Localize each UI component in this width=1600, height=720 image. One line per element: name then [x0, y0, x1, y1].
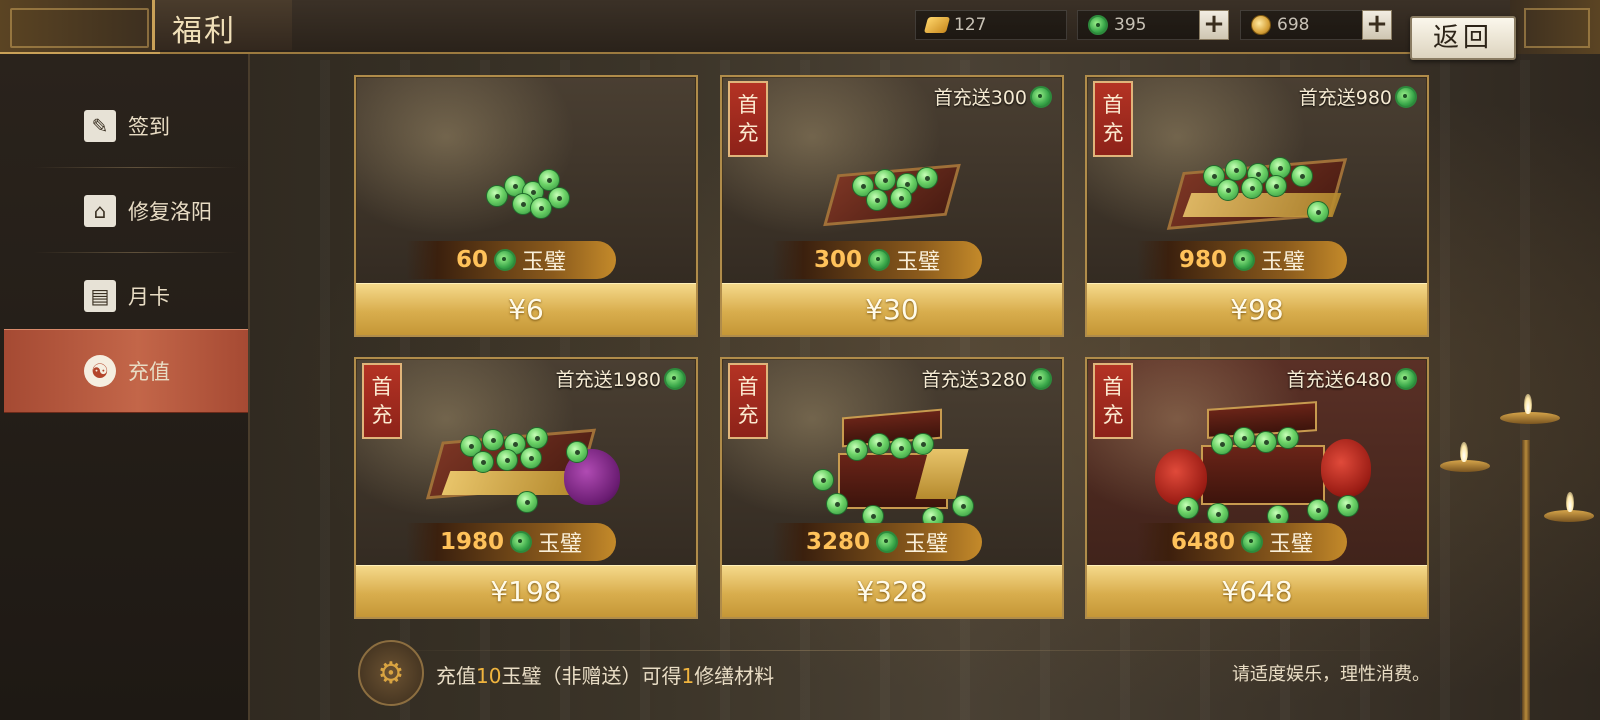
amount-ribbon: 300 玉璧 — [772, 241, 982, 279]
candle-dish — [1500, 412, 1560, 424]
amount-value: 3280 — [805, 529, 870, 555]
sidebar-item-label: 月卡 — [128, 285, 170, 309]
amount-ribbon: 3280 玉璧 — [772, 523, 982, 561]
amount-value: 300 — [813, 247, 862, 273]
jade-icon — [868, 249, 890, 271]
amount-unit: 玉璧 — [904, 532, 949, 557]
price-button[interactable]: ¥648 — [1087, 565, 1427, 617]
product-card-6480[interactable]: 首充 首充送6480 6480 玉璧 ¥648 — [1085, 357, 1429, 619]
first-bonus-label: 首充送980 — [1299, 83, 1417, 110]
add-coin-button[interactable]: + — [1362, 10, 1392, 40]
jade-icon — [1395, 367, 1417, 390]
jade-treasure-chest-image — [1137, 399, 1377, 527]
first-recharge-tag: 首充 — [728, 81, 768, 157]
candle-flame — [1566, 492, 1574, 512]
amount-ribbon: 1980 玉璧 — [406, 523, 616, 561]
product-card-300[interactable]: 首充 首充送300 300 玉璧 ¥30 — [720, 75, 1064, 337]
first-bonus-label: 首充送300 — [934, 83, 1052, 110]
amount-value: 980 — [1178, 247, 1227, 273]
first-bonus-label: 首充送1980 — [556, 365, 686, 392]
jade-icon — [1233, 249, 1255, 271]
sidebar-item-label: 充值 — [128, 360, 170, 384]
candle-stand — [1522, 440, 1530, 720]
page-title: 福利 — [172, 14, 236, 49]
amount-value: 60 — [455, 247, 488, 273]
coin-icon — [1251, 15, 1271, 35]
jade-icon — [1241, 531, 1263, 553]
product-card-60[interactable]: 60 玉璧 ¥6 — [354, 75, 698, 337]
amount-unit: 玉璧 — [1269, 532, 1314, 557]
top-bar: 福利 127 395 + 698 + — [0, 0, 1600, 54]
amount-unit: 玉璧 — [538, 532, 583, 557]
jade-box-pouch-image — [425, 415, 626, 515]
jade-tray-large-image — [1166, 143, 1348, 233]
sidebar-item-label: 修复洛阳 — [128, 200, 212, 224]
month-card-icon: ▤ — [84, 280, 116, 312]
amount-unit: 玉璧 — [896, 250, 941, 275]
jade-icon — [510, 531, 532, 553]
amount-unit: 玉璧 — [522, 250, 567, 275]
jade-icon — [494, 249, 516, 271]
currency-gold-bar: 127 — [915, 10, 1067, 40]
jade-chest-image — [802, 403, 982, 529]
sidebar-item-month-card[interactable]: ▤ 月卡 — [4, 254, 248, 338]
repair-cart-icon: ⚙ — [358, 640, 424, 706]
price-button[interactable]: ¥328 — [722, 565, 1062, 617]
candle-flame — [1460, 442, 1468, 462]
coin-count: 698 — [1277, 15, 1310, 35]
candle-flame — [1524, 394, 1532, 414]
amount-ribbon: 980 玉璧 — [1137, 241, 1347, 279]
price-button[interactable]: ¥6 — [356, 283, 696, 335]
product-card-1980[interactable]: 首充 首充送1980 1980 玉璧 ¥198 — [354, 357, 698, 619]
jade-icon — [1395, 85, 1417, 108]
jade-pile-image — [476, 157, 576, 219]
first-recharge-tag: 首充 — [728, 363, 768, 439]
amount-ribbon: 6480 玉璧 — [1137, 523, 1347, 561]
sidebar-item-label: 签到 — [128, 115, 170, 139]
recharge-icon: ☯ — [84, 355, 116, 387]
product-card-980[interactable]: 首充 首充送980 980 玉璧 ¥98 — [1085, 75, 1429, 337]
currency-jade: 395 + — [1077, 10, 1229, 40]
top-left-ornament — [0, 0, 160, 54]
price-button[interactable]: ¥30 — [722, 283, 1062, 335]
first-bonus-label: 首充送6480 — [1287, 365, 1417, 392]
moderation-notice: 请适度娱乐，理性消费。 — [1232, 664, 1430, 685]
sidebar-item-repair-luoyang[interactable]: ⌂ 修复洛阳 — [4, 169, 248, 253]
top-right-ornament — [1510, 0, 1600, 54]
sidebar: ✎ 签到 ⌂ 修复洛阳 ▤ 月卡 ☯ 充值 — [0, 54, 250, 720]
add-jade-button[interactable]: + — [1199, 10, 1229, 40]
building-icon: ⌂ — [84, 195, 116, 227]
jade-icon — [1030, 85, 1052, 108]
gold-bar-count: 127 — [954, 15, 987, 35]
amount-ribbon: 60 玉璧 — [406, 241, 616, 279]
product-card-3280[interactable]: 首充 首充送3280 3280 玉璧 ¥328 — [720, 357, 1064, 619]
first-bonus-label: 首充送3280 — [922, 365, 1052, 392]
jade-icon — [876, 531, 898, 553]
jade-icon — [1030, 367, 1052, 390]
sidebar-item-sign-in[interactable]: ✎ 签到 — [4, 84, 248, 168]
amount-value: 1980 — [439, 529, 504, 555]
jade-icon — [1088, 15, 1108, 35]
currency-coin: 698 + — [1240, 10, 1392, 40]
sign-in-icon: ✎ — [84, 110, 116, 142]
jade-icon — [664, 367, 686, 390]
price-button[interactable]: ¥198 — [356, 565, 696, 617]
first-recharge-tag: 首充 — [1093, 363, 1133, 439]
price-button[interactable]: ¥98 — [1087, 283, 1427, 335]
amount-value: 6480 — [1170, 529, 1235, 555]
jade-count: 395 — [1114, 15, 1147, 35]
first-recharge-tag: 首充 — [1093, 81, 1133, 157]
back-button[interactable]: 返回 — [1410, 16, 1516, 60]
sidebar-item-recharge[interactable]: ☯ 充值 — [4, 329, 248, 413]
jade-tray-image — [822, 149, 962, 229]
footer-divider — [360, 650, 1420, 651]
first-recharge-tag: 首充 — [362, 363, 402, 439]
recharge-reward-text: 充值10玉璧（非赠送）可得1修缮材料 — [436, 664, 775, 688]
amount-unit: 玉璧 — [1261, 250, 1306, 275]
gold-bar-icon — [923, 17, 951, 33]
